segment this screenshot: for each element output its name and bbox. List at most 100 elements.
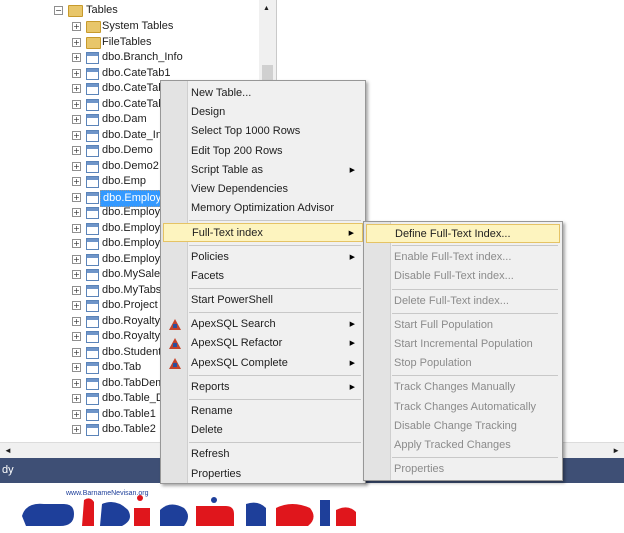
- folder-icon: [86, 21, 101, 33]
- expand-icon[interactable]: +: [72, 68, 81, 78]
- menu-item-label: Start Full Population: [394, 318, 494, 331]
- menu-item-new-table[interactable]: New Table...: [163, 84, 363, 103]
- expand-icon[interactable]: +: [72, 130, 81, 140]
- submenu-arrow-icon: ▶: [349, 340, 355, 348]
- menu-item-apexsql-search[interactable]: ApexSQL Search ▶: [163, 315, 363, 334]
- table-icon: [86, 284, 99, 297]
- menu-item-full-text-index[interactable]: Full-Text index ▶: [163, 223, 363, 243]
- expand-icon[interactable]: +: [72, 208, 81, 217]
- scroll-left-icon[interactable]: ◄: [4, 446, 12, 455]
- menu-item-refresh[interactable]: Refresh: [163, 445, 363, 464]
- menu-separator: [392, 288, 558, 290]
- tree-node-label: dbo.CateTab: [102, 97, 165, 110]
- menu-item-memory-optimization-advisor[interactable]: Memory Optimization Advisor: [163, 199, 363, 218]
- menu-item-view-dependencies[interactable]: View Dependencies: [163, 180, 363, 199]
- expand-icon[interactable]: +: [72, 115, 81, 124]
- table-icon: [86, 160, 99, 173]
- status-text: dy: [2, 464, 14, 476]
- menu-item-facets[interactable]: Facets: [163, 267, 363, 286]
- expand-icon[interactable]: +: [72, 394, 81, 403]
- menu-item-select-top-1000-rows[interactable]: Select Top 1000 Rows: [163, 122, 363, 141]
- menu-separator: [392, 245, 558, 247]
- collapse-icon[interactable]: −: [54, 6, 63, 15]
- expand-icon[interactable]: +: [72, 270, 81, 279]
- menu-separator: [392, 457, 558, 459]
- menu-item-apexsql-refactor[interactable]: ApexSQL Refactor ▶: [163, 334, 363, 353]
- expand-icon[interactable]: +: [72, 146, 81, 155]
- table-icon: [86, 67, 99, 80]
- menu-item-start-powershell[interactable]: Start PowerShell: [163, 291, 363, 310]
- apexsql-icon: [169, 338, 181, 350]
- tree-node-label: dbo.Dam: [102, 113, 147, 125]
- menu-item-script-table-as[interactable]: Script Table as ▶: [163, 161, 363, 180]
- menu-item-reports[interactable]: Reports ▶: [163, 378, 363, 397]
- tree-node-label: dbo.Project: [102, 299, 158, 311]
- menu-item-delete[interactable]: Delete: [163, 421, 363, 440]
- menu-item-label: Select Top 1000 Rows: [191, 125, 301, 138]
- table-icon: [86, 145, 99, 157]
- table-icon: [86, 176, 99, 188]
- expand-icon[interactable]: +: [72, 316, 81, 326]
- tree-node-label: dbo.Branch_Info: [102, 51, 183, 63]
- tree-node-label: dbo.MyTabs: [102, 283, 162, 296]
- expand-icon[interactable]: +: [72, 254, 81, 264]
- menu-item-start-full-population: Start Full Population: [366, 316, 560, 335]
- tree-node-label: dbo.Employ: [102, 221, 161, 234]
- menu-item-label: ApexSQL Refactor: [191, 337, 283, 350]
- menu-item-properties[interactable]: Properties: [163, 465, 363, 484]
- menu-item-edit-top-200-rows[interactable]: Edit Top 200 Rows: [163, 142, 363, 161]
- expand-icon[interactable]: +: [72, 84, 81, 93]
- expand-icon[interactable]: +: [72, 332, 81, 341]
- table-icon: [86, 238, 99, 250]
- tree-node-label: dbo.Table_D: [102, 392, 164, 404]
- table-icon: [86, 207, 99, 219]
- tree-node-label: dbo.Employ: [102, 252, 161, 265]
- expand-icon[interactable]: +: [72, 378, 81, 388]
- menu-item-define-full-text-index[interactable]: Define Full-Text Index...: [366, 224, 560, 243]
- menu-item-label: Facets: [191, 269, 225, 282]
- table-icon: [86, 114, 99, 126]
- expand-icon[interactable]: +: [72, 347, 81, 357]
- tree-node-label: dbo.Date_Int: [102, 128, 165, 141]
- menu-item-label: View Dependencies: [191, 183, 289, 195]
- expand-icon[interactable]: +: [72, 301, 81, 310]
- expand-icon[interactable]: +: [72, 409, 81, 419]
- expand-icon[interactable]: +: [72, 425, 81, 434]
- expand-icon[interactable]: +: [72, 99, 81, 109]
- tree-node-label: dbo.Royalty: [102, 330, 161, 342]
- menu-item-label: Start Incremental Population: [394, 338, 533, 350]
- expand-icon[interactable]: +: [72, 223, 81, 233]
- expand-icon[interactable]: +: [72, 53, 81, 62]
- expand-icon[interactable]: +: [72, 177, 81, 186]
- menu-item-label: ApexSQL Search: [191, 318, 276, 331]
- scroll-right-icon[interactable]: ►: [612, 446, 620, 455]
- tree-node-label: dbo.Employ: [102, 237, 161, 249]
- menu-item-disable-change-tracking: Disable Change Tracking: [366, 417, 560, 436]
- expand-icon[interactable]: +: [72, 161, 81, 171]
- menu-separator: [189, 442, 361, 444]
- expand-icon[interactable]: +: [72, 192, 81, 202]
- menu-item-stop-population: Stop Population: [366, 354, 560, 373]
- menu-item-label: Track Changes Automatically: [394, 400, 537, 413]
- tree-node-label: dbo.Demo2: [102, 159, 159, 172]
- expand-icon[interactable]: +: [72, 363, 81, 372]
- menu-item-label: Script Table as: [191, 163, 263, 176]
- menu-item-policies[interactable]: Policies ▶: [163, 248, 363, 267]
- menu-item-rename[interactable]: Rename: [163, 402, 363, 421]
- apexsql-icon: [169, 319, 181, 331]
- menu-item-label: Design: [191, 106, 226, 119]
- expand-icon[interactable]: +: [72, 239, 81, 248]
- menu-item-label: Delete Full-Text index...: [394, 294, 509, 307]
- scroll-up-icon[interactable]: ▲: [263, 5, 270, 12]
- expand-icon[interactable]: +: [72, 37, 81, 47]
- menu-item-track-changes-manually: Track Changes Manually: [366, 378, 560, 397]
- expand-icon[interactable]: +: [72, 22, 81, 31]
- menu-item-label: Refresh: [191, 448, 230, 461]
- menu-item-design[interactable]: Design: [163, 103, 363, 122]
- submenu-arrow-icon: ▶: [348, 230, 354, 238]
- menu-item-label: Rename: [191, 405, 233, 417]
- expand-icon[interactable]: +: [72, 285, 81, 295]
- menu-item-apexsql-complete[interactable]: ApexSQL Complete ▶: [163, 354, 363, 373]
- tree-node-label: System Tables: [102, 20, 174, 32]
- menu-separator: [189, 374, 361, 376]
